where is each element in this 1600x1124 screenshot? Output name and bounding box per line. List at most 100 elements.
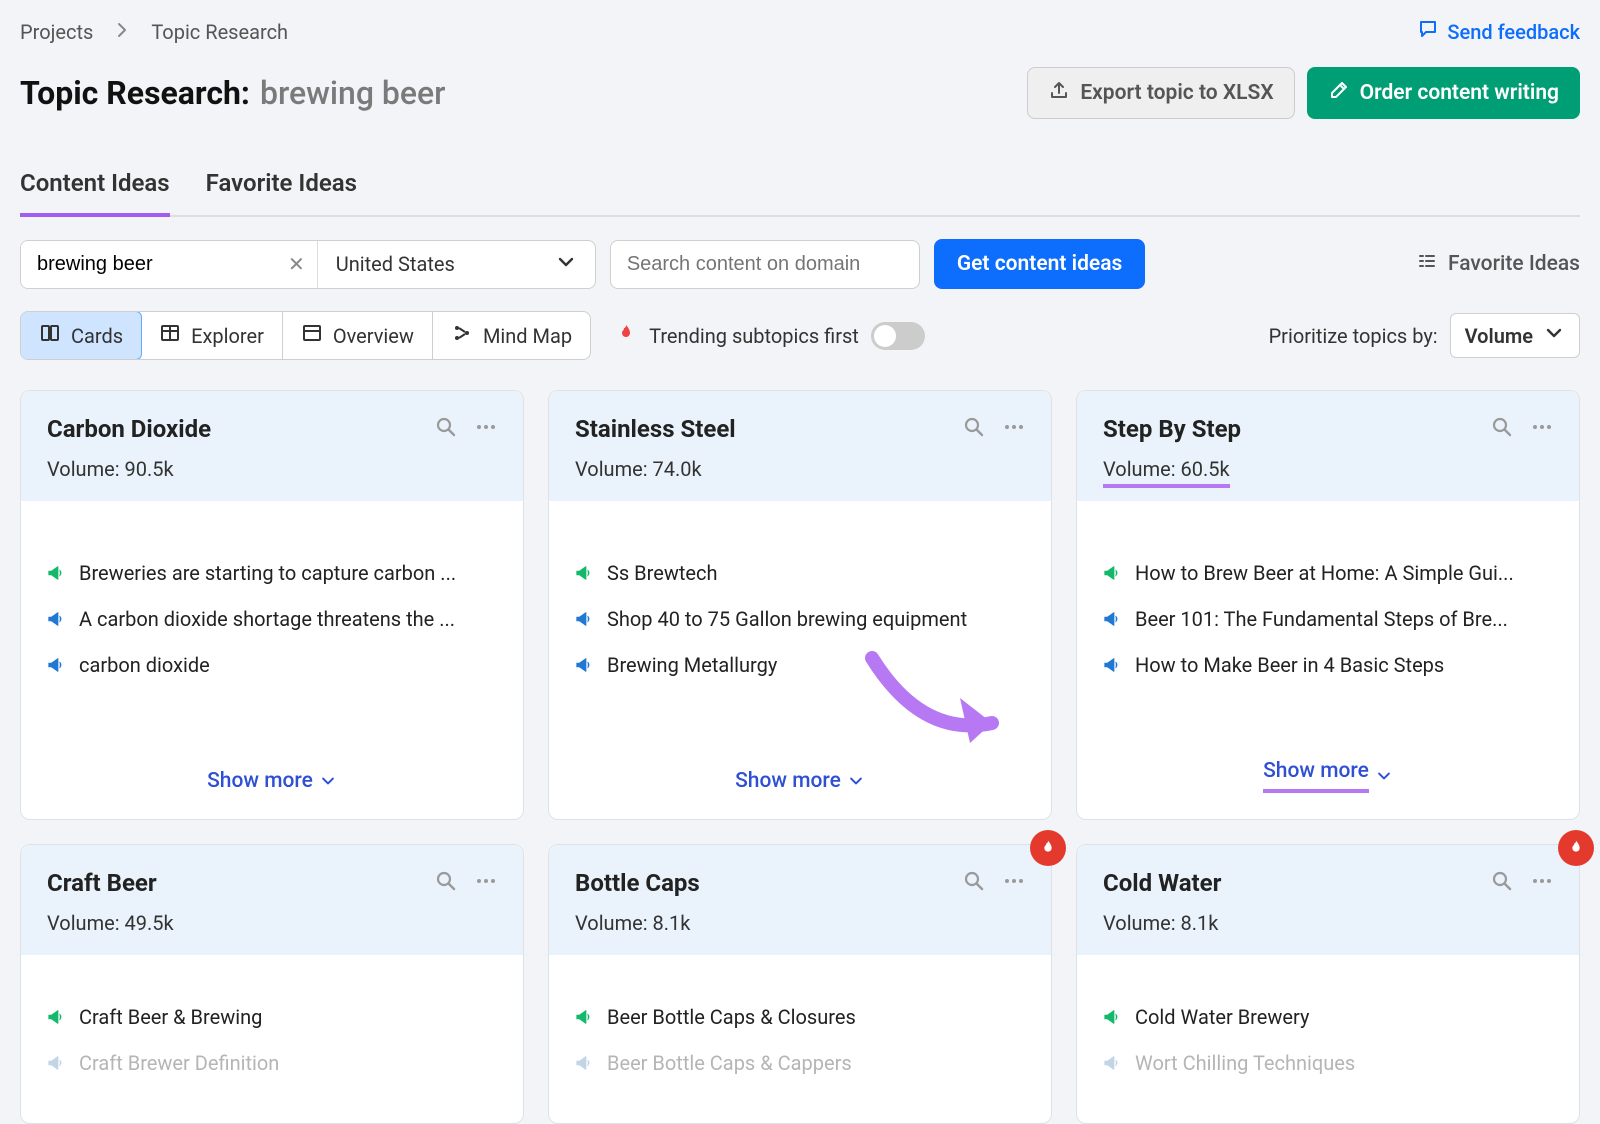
headline-item[interactable]: Beer Bottle Caps & Cappers — [575, 1051, 1025, 1075]
view-mindmap[interactable]: Mind Map — [433, 312, 590, 359]
headline-item[interactable]: Craft Beer & Brewing — [47, 1005, 497, 1029]
view-cards[interactable]: Cards — [20, 311, 142, 360]
headline-item[interactable]: Wort Chilling Techniques — [1103, 1051, 1553, 1075]
search-icon[interactable] — [435, 416, 457, 443]
headline-item[interactable]: How to Brew Beer at Home: A Simple Gui..… — [1103, 561, 1553, 585]
card-header: Stainless Steel Volume: 74.0k — [549, 391, 1051, 501]
view-explorer[interactable]: Explorer — [141, 312, 283, 359]
chevron-down-icon — [1543, 322, 1565, 349]
card-volume: Volume: 74.0k — [575, 457, 1025, 481]
card-title: Craft Beer — [47, 869, 157, 897]
card-title: Cold Water — [1103, 869, 1221, 897]
headline-item[interactable]: Cold Water Brewery — [1103, 1005, 1553, 1029]
headline-text: A carbon dioxide shortage threatens the … — [79, 607, 455, 631]
search-icon[interactable] — [1491, 416, 1513, 443]
topic-card[interactable]: Cold Water Volume: 8.1k Cold Water Brewe… — [1076, 844, 1580, 1124]
card-volume: Volume: 8.1k — [575, 911, 1025, 935]
search-icon[interactable] — [435, 870, 457, 897]
topic-card[interactable]: Craft Beer Volume: 49.5k Craft Beer & Br… — [20, 844, 524, 1124]
megaphone-icon — [47, 609, 67, 629]
comment-icon — [1417, 18, 1439, 45]
headline-item[interactable]: Beer 101: The Fundamental Steps of Bre..… — [1103, 607, 1553, 631]
megaphone-icon — [1103, 1007, 1123, 1027]
card-header: Bottle Caps Volume: 8.1k — [549, 845, 1051, 955]
order-button-label: Order content writing — [1360, 81, 1559, 105]
headline-text: Beer Bottle Caps & Closures — [607, 1005, 856, 1029]
order-content-button[interactable]: Order content writing — [1307, 67, 1580, 119]
card-body: Cold Water Brewery Wort Chilling Techniq… — [1077, 955, 1579, 1123]
more-icon[interactable] — [475, 870, 497, 897]
headline-text: How to Make Beer in 4 Basic Steps — [1135, 653, 1444, 677]
headline-item[interactable]: Brewing Metallurgy — [575, 653, 1025, 677]
country-select[interactable]: United States — [318, 241, 595, 288]
card-body: How to Brew Beer at Home: A Simple Gui..… — [1077, 501, 1579, 741]
chevron-right-icon — [111, 19, 133, 45]
table-icon — [159, 322, 181, 349]
show-more-link[interactable]: Show more — [1077, 741, 1579, 819]
search-icon[interactable] — [1491, 870, 1513, 897]
megaphone-icon — [47, 1053, 67, 1073]
headline-item[interactable]: Beer Bottle Caps & Closures — [575, 1005, 1025, 1029]
search-icon[interactable] — [963, 416, 985, 443]
more-icon[interactable] — [1003, 416, 1025, 443]
megaphone-icon — [1103, 609, 1123, 629]
card-header: Cold Water Volume: 8.1k — [1077, 845, 1579, 955]
headline-text: How to Brew Beer at Home: A Simple Gui..… — [1135, 561, 1514, 585]
export-button-label: Export topic to XLSX — [1080, 81, 1273, 105]
card-volume: Volume: 49.5k — [47, 911, 497, 935]
topic-card[interactable]: Stainless Steel Volume: 74.0k Ss Brewtec… — [548, 390, 1052, 820]
megaphone-icon — [47, 1007, 67, 1027]
show-more-link[interactable]: Show more — [21, 751, 523, 819]
get-content-ideas-button[interactable]: Get content ideas — [934, 239, 1145, 289]
prioritize-select[interactable]: Volume — [1450, 313, 1580, 358]
card-body: Craft Beer & Brewing Craft Brewer Defini… — [21, 955, 523, 1123]
headline-item[interactable]: Ss Brewtech — [575, 561, 1025, 585]
topic-card[interactable]: Carbon Dioxide Volume: 90.5k Breweries a… — [20, 390, 524, 820]
card-volume: Volume: 8.1k — [1103, 911, 1553, 935]
more-icon[interactable] — [475, 416, 497, 443]
prioritize-label: Prioritize topics by: — [1269, 324, 1438, 348]
topic-input[interactable] — [21, 241, 276, 288]
trending-badge — [1558, 830, 1594, 866]
topic-card[interactable]: Bottle Caps Volume: 8.1k Beer Bottle Cap… — [548, 844, 1052, 1124]
card-body: Breweries are starting to capture carbon… — [21, 501, 523, 751]
search-icon[interactable] — [963, 870, 985, 897]
card-title: Step By Step — [1103, 415, 1241, 443]
headline-item[interactable]: How to Make Beer in 4 Basic Steps — [1103, 653, 1553, 677]
page-title-label: Topic Research: — [20, 74, 250, 112]
megaphone-icon — [47, 563, 67, 583]
card-header: Craft Beer Volume: 49.5k — [21, 845, 523, 955]
megaphone-icon — [575, 609, 595, 629]
trending-toggle-group: Trending subtopics first — [615, 322, 925, 350]
show-more-link[interactable]: Show more — [549, 751, 1051, 819]
headline-item[interactable]: Craft Brewer Definition — [47, 1051, 497, 1075]
more-icon[interactable] — [1003, 870, 1025, 897]
export-xlsx-button[interactable]: Export topic to XLSX — [1027, 67, 1294, 119]
more-icon[interactable] — [1531, 416, 1553, 443]
trending-toggle[interactable] — [871, 322, 925, 350]
topic-card[interactable]: Step By Step Volume: 60.5k How to Brew B… — [1076, 390, 1580, 820]
card-header: Step By Step Volume: 60.5k — [1077, 391, 1579, 501]
megaphone-icon — [575, 655, 595, 675]
headline-item[interactable]: carbon dioxide — [47, 653, 497, 677]
headline-item[interactable]: A carbon dioxide shortage threatens the … — [47, 607, 497, 631]
headline-item[interactable]: Shop 40 to 75 Gallon brewing equipment — [575, 607, 1025, 631]
tab-content-ideas[interactable]: Content Ideas — [20, 169, 170, 217]
card-header: Carbon Dioxide Volume: 90.5k — [21, 391, 523, 501]
breadcrumb: Projects Topic Research — [20, 19, 288, 45]
view-overview[interactable]: Overview — [283, 312, 433, 359]
breadcrumb-projects[interactable]: Projects — [20, 20, 93, 44]
headline-text: Cold Water Brewery — [1135, 1005, 1309, 1029]
send-feedback-link[interactable]: Send feedback — [1417, 18, 1580, 45]
favorite-ideas-link[interactable]: Favorite Ideas — [1416, 250, 1580, 278]
domain-search-input[interactable] — [610, 240, 920, 289]
view-mode-toggle: Cards Explorer Overview Mind Map — [20, 311, 591, 360]
card-volume: Volume: 90.5k — [47, 457, 497, 481]
overview-icon — [301, 322, 323, 349]
headline-item[interactable]: Breweries are starting to capture carbon… — [47, 561, 497, 585]
clear-topic-button[interactable]: ✕ — [276, 241, 318, 288]
trending-badge — [1030, 830, 1066, 866]
more-icon[interactable] — [1531, 870, 1553, 897]
tab-favorite-ideas[interactable]: Favorite Ideas — [206, 169, 357, 215]
headline-text: Shop 40 to 75 Gallon brewing equipment — [607, 607, 967, 631]
